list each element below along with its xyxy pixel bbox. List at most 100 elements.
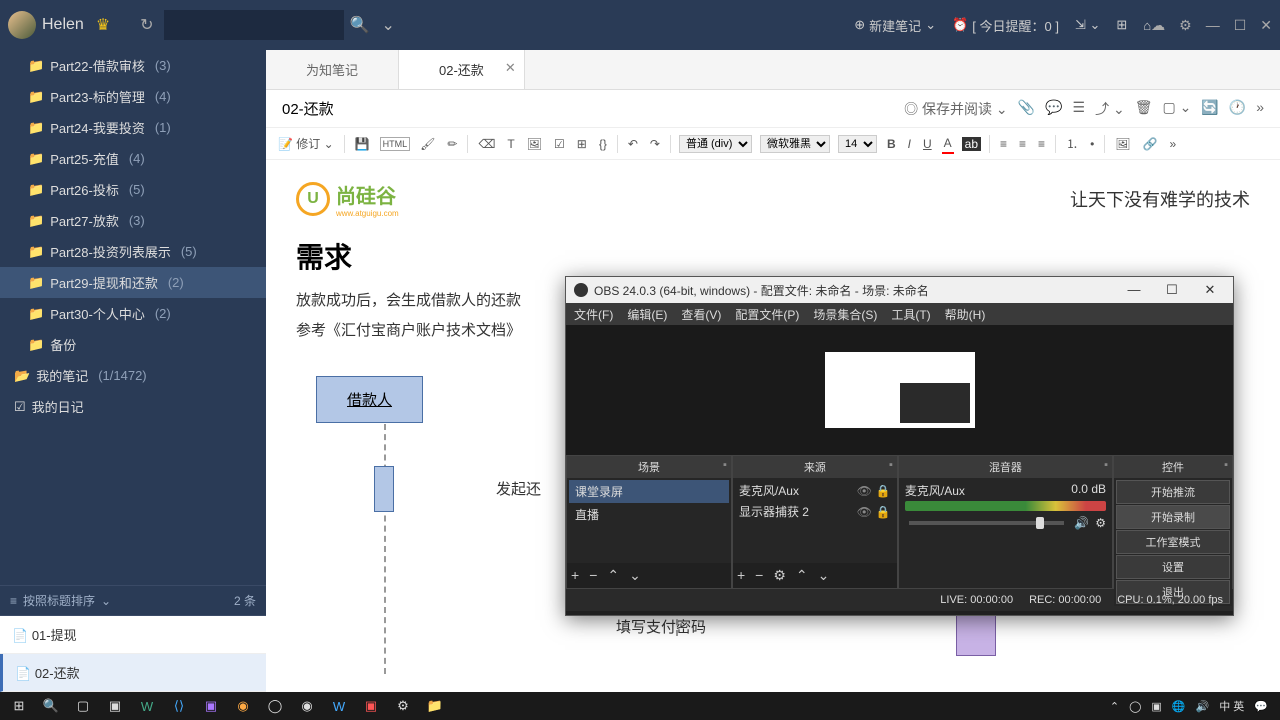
terminal-icon[interactable]: ▣ [100,694,130,718]
grip-icon[interactable]: ▪ [1104,459,1108,471]
align-right-icon[interactable]: ≡ [1036,135,1047,153]
remove-icon[interactable]: − [755,567,763,584]
tree-item[interactable]: 📁 Part22-借款审核(3) [0,50,266,81]
refresh-icon[interactable]: 🔄 [1201,99,1218,119]
table-icon[interactable]: ⊞ [575,135,589,153]
italic-icon[interactable]: I [906,135,913,153]
down-icon[interactable]: ⌄ [818,567,830,584]
align-center-icon[interactable]: ≡ [1017,135,1028,153]
start-stream-button[interactable]: 开始推流 [1116,480,1230,504]
tree-item[interactable]: 📁 Part24-我要投资(1) [0,112,266,143]
app-icon[interactable]: ▣ [196,694,226,718]
source-item[interactable]: 麦克风/Aux👁🔒 [735,480,895,501]
note-item[interactable]: 📄 01-提现 [0,616,266,654]
volume-icon[interactable]: 🔊 [1196,700,1210,713]
sort-bar[interactable]: ≡ 按照标题排序 ⌄ 2 条 [0,585,266,616]
share-icon[interactable]: ⤴ ⌄ [1095,99,1125,119]
source-item[interactable]: 显示器捕获 2👁🔒 [735,501,895,522]
tree-item[interactable]: 📁 Part26-投标(5) [0,174,266,205]
close-icon[interactable]: ✕ [1260,17,1272,34]
menu-scenes[interactable]: 场景集合(S) [813,306,877,323]
grid-icon[interactable]: ⊞ [1116,17,1127,33]
minimize-icon[interactable]: — [1119,282,1149,298]
font-select[interactable]: 微软雅黑 [760,135,830,153]
new-note-button[interactable]: ⊕新建笔记⌄ [854,16,936,35]
obs-preview[interactable] [566,325,1233,455]
volume-slider[interactable] [909,521,1064,525]
ime-icon[interactable]: 中 英 [1219,698,1244,714]
settings-button[interactable]: 设置 [1116,555,1230,579]
network-icon[interactable]: 🌐 [1172,700,1186,713]
remove-icon[interactable]: − [589,567,597,584]
redo-icon[interactable]: ↷ [648,135,662,153]
gear-icon[interactable]: ⚙ [388,694,418,718]
maximize-icon[interactable]: ☐ [1234,17,1247,34]
tray-chevron-icon[interactable]: ⌃ [1110,700,1119,713]
grip-icon[interactable]: ▪ [889,459,893,471]
menu-file[interactable]: 文件(F) [574,306,613,323]
menu-edit[interactable]: 编辑(E) [627,306,667,323]
close-icon[interactable]: ✕ [505,60,516,76]
tree-item[interactable]: 📁 备份 [0,329,266,360]
minimize-icon[interactable]: — [1206,17,1220,34]
code-icon[interactable]: {} [597,135,609,153]
checkbox-icon[interactable]: ☑ [552,135,567,153]
gear-icon[interactable]: ⚙ [1095,516,1106,530]
tree-item[interactable]: 📁 Part25-充值(4) [0,143,266,174]
attachment-icon[interactable]: 📎 [1018,99,1035,119]
start-button[interactable]: ⊞ [4,694,34,718]
save-read-button[interactable]: ◎ 保存并阅读 ⌄ [904,99,1008,119]
gear-icon[interactable]: ⚙ [773,567,786,584]
pic-icon[interactable]: 🖼 [1113,135,1132,153]
studio-mode-button[interactable]: 工作室模式 [1116,530,1230,554]
start-record-button[interactable]: 开始录制 [1116,505,1230,529]
style-icon[interactable]: T [505,135,516,153]
add-icon[interactable]: + [737,567,745,584]
taskview-icon[interactable]: ▢ [68,694,98,718]
down-icon[interactable]: ⌄ [629,567,641,584]
note-item-selected[interactable]: 📄 02-还款 [0,654,266,692]
menu-view[interactable]: 查看(V) [681,306,721,323]
save-icon[interactable]: 💾 [353,135,372,153]
comment-icon[interactable]: 💬 [1045,99,1062,119]
eye-icon[interactable]: 👁 [857,505,872,519]
user-area[interactable]: Helen ♛ [8,11,110,39]
home-icon[interactable]: ⌂ [1143,18,1151,33]
format-select[interactable]: 普通 (div) [679,135,752,153]
info-icon[interactable]: ☰ [1073,99,1086,119]
size-select[interactable]: 14 [838,135,877,153]
notification-icon[interactable]: 💬 [1254,700,1268,713]
eye-icon[interactable]: 👁 [857,484,872,498]
scene-item[interactable]: 直播 [569,503,729,526]
close-icon[interactable]: ✕ [1195,282,1225,298]
grip-icon[interactable]: ▪ [723,459,727,471]
tray-icon[interactable]: ◯ [1129,700,1141,713]
pencil-icon[interactable]: ✏ [445,135,459,153]
reminder-button[interactable]: ⏰[ 今日提醒：0 ] [952,16,1059,35]
tree-item[interactable]: 📁 Part23-标的管理(4) [0,81,266,112]
ol-icon[interactable]: ⒈ [1064,133,1080,154]
explorer-icon[interactable]: 📁 [420,694,450,718]
system-tray[interactable]: ⌃ ◯ ▣ 🌐 🔊 中 英 💬 [1110,698,1276,714]
more-toolbar-icon[interactable]: » [1167,135,1178,153]
html-icon[interactable]: HTML [380,137,411,151]
tree-item-selected[interactable]: 📁 Part29-提现和还款(2) [0,267,266,298]
add-icon[interactable]: + [571,567,579,584]
scene-item[interactable]: 课堂录屏 [569,480,729,503]
user-avatar[interactable] [8,11,36,39]
menu-profile[interactable]: 配置文件(P) [735,306,799,323]
more-icon[interactable]: » [1256,99,1264,119]
share-icon[interactable]: ⇲ ⌄ [1075,17,1100,33]
tab[interactable]: 为知笔记 [266,50,399,89]
tree-item[interactable]: 📁 Part28-投资列表展示(5) [0,236,266,267]
app-icon[interactable]: ◉ [228,694,258,718]
lock-icon[interactable]: 🔒 [876,505,891,519]
search-dropdown-icon[interactable]: ⌄ [381,15,394,35]
highlight-icon[interactable]: ab [962,137,981,151]
tree-item[interactable]: 📁 Part27-放款(3) [0,205,266,236]
reload-icon[interactable]: ↻ [140,15,153,35]
obs-titlebar[interactable]: OBS 24.0.3 (64-bit, windows) - 配置文件: 未命名… [566,277,1233,303]
search-input[interactable] [164,10,344,40]
brush-icon[interactable]: 🖌 [418,135,437,153]
obs-window[interactable]: OBS 24.0.3 (64-bit, windows) - 配置文件: 未命名… [565,276,1234,616]
